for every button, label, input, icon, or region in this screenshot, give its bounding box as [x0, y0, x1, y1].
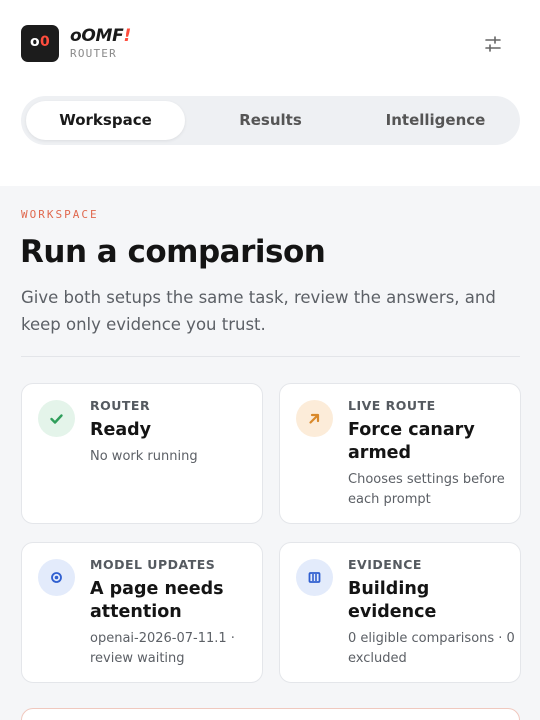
card-value: Force canary armed — [348, 420, 475, 463]
settings-button[interactable] — [478, 30, 508, 58]
app-logo[interactable]: o 0 — [21, 25, 59, 62]
next-panel[interactable] — [21, 708, 520, 720]
card-detail: No work running — [90, 449, 198, 464]
card-value: A page needs attention — [90, 579, 224, 622]
brand-subtitle: ROUTER — [70, 47, 117, 60]
divider — [21, 356, 520, 357]
card-value: Ready — [90, 420, 152, 440]
status-card-evidence[interactable]: EVIDENCE Building evidence 0 eligible co… — [279, 542, 521, 683]
tab-intelligence[interactable]: Intelligence — [357, 101, 514, 140]
card-label: EVIDENCE — [348, 557, 422, 572]
page-description: Give both setups the same task, review t… — [21, 288, 496, 334]
card-detail: Chooses settings before each prompt — [348, 472, 505, 507]
tab-bar: Workspace Results Intelligence — [21, 96, 520, 145]
section-eyebrow: WORKSPACE — [21, 208, 99, 221]
live-route-icon-wrap — [296, 400, 333, 437]
status-card-model-updates[interactable]: MODEL UPDATES A page needs attention ope… — [21, 542, 263, 683]
evidence-icon-wrap — [296, 559, 333, 596]
card-label: MODEL UPDATES — [90, 557, 216, 572]
card-label: ROUTER — [90, 398, 151, 413]
card-value: Building evidence — [348, 579, 437, 622]
page-title: Run a comparison — [20, 234, 326, 270]
arrow-up-right-icon — [309, 413, 320, 424]
model-updates-icon-wrap — [38, 559, 75, 596]
status-card-live-route[interactable]: LIVE ROUTE Force canary armed Chooses se… — [279, 383, 521, 524]
brand-name: oOMF! — [70, 26, 131, 46]
target-icon — [51, 572, 62, 583]
check-icon — [50, 414, 63, 424]
router-status-icon-wrap — [38, 400, 75, 437]
status-card-router[interactable]: ROUTER Ready No work running — [21, 383, 263, 524]
columns-icon — [308, 572, 321, 583]
card-detail: 0 eligible comparisons · 0 excluded — [348, 631, 515, 666]
top-bar: o 0 oOMF! ROUTER Workspace Results Intel… — [0, 0, 540, 186]
card-label: LIVE ROUTE — [348, 398, 436, 413]
card-detail: openai-2026-07-11.1 · review waiting — [90, 631, 235, 666]
tab-workspace[interactable]: Workspace — [26, 101, 185, 140]
tab-results[interactable]: Results — [193, 101, 348, 140]
sliders-icon — [485, 36, 501, 52]
